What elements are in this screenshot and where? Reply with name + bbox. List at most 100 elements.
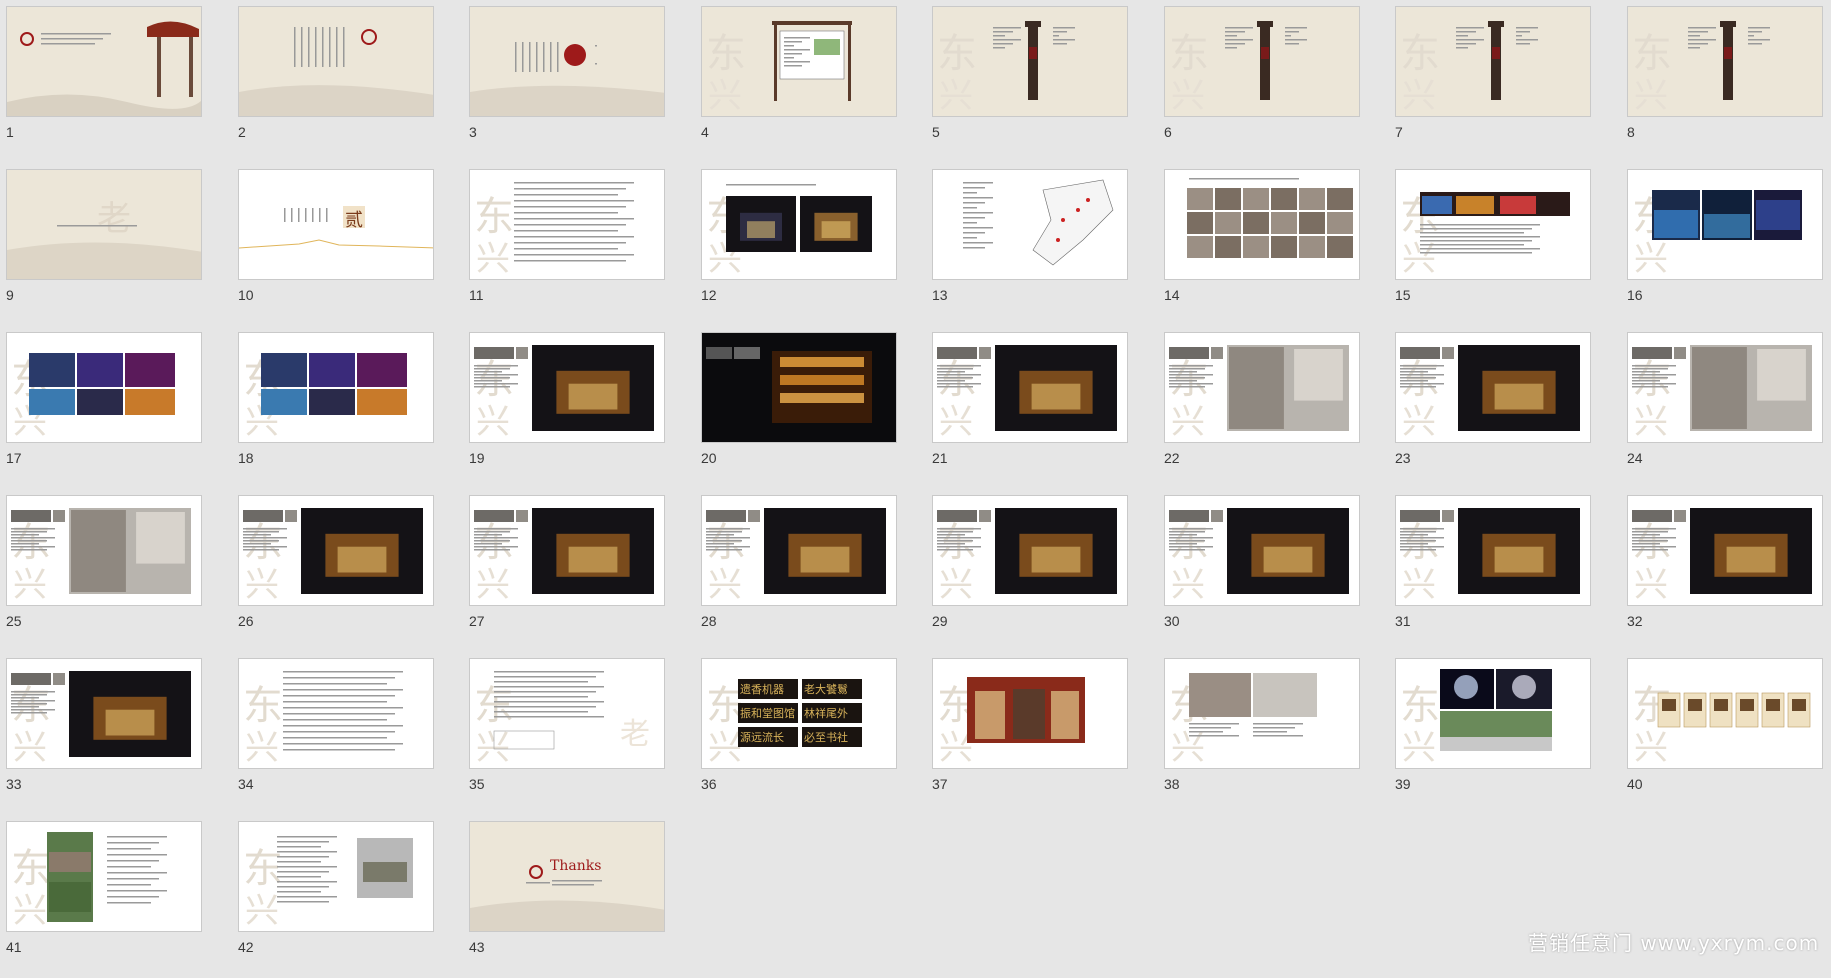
slide-thumbnail-29[interactable]: 东兴 29: [926, 489, 1158, 652]
svg-text:东: 东: [1400, 31, 1440, 77]
slide-preview[interactable]: 东兴: [701, 169, 897, 280]
slide-number: 23: [1395, 450, 1411, 466]
slide-thumbnail-1[interactable]: 1: [0, 0, 232, 163]
slide-preview[interactable]: 东兴: [1627, 169, 1823, 280]
slide-preview[interactable]: 东兴: [238, 495, 434, 606]
svg-text:老: 老: [97, 199, 131, 239]
svg-text:东: 东: [1632, 31, 1672, 77]
svg-text:兴: 兴: [1402, 76, 1436, 116]
slide-thumbnail-22[interactable]: 东兴 22: [1158, 326, 1390, 489]
slide-thumbnail-18[interactable]: 东兴 18: [232, 326, 464, 489]
slide-thumbnail-35[interactable]: 东兴老35: [463, 652, 695, 815]
slide-thumbnail-32[interactable]: 东兴 32: [1621, 489, 1831, 652]
slide-preview[interactable]: 东兴: [1627, 6, 1823, 117]
slide-thumbnail-40[interactable]: 东兴 40: [1621, 652, 1831, 815]
slide-preview[interactable]: 老: [6, 169, 202, 280]
slide-thumbnail-34[interactable]: 东兴 34: [232, 652, 464, 815]
slide-preview[interactable]: 东兴: [932, 658, 1128, 769]
slide-thumbnail-33[interactable]: 东兴 33: [0, 652, 232, 815]
slide-preview[interactable]: 东兴: [6, 495, 202, 606]
slide-preview[interactable]: 东兴: [469, 332, 665, 443]
slide-number: 7: [1395, 124, 1403, 140]
slide-preview[interactable]: 东兴: [932, 495, 1128, 606]
slide-preview[interactable]: 东兴: [701, 6, 897, 117]
slide-thumbnail-42[interactable]: 东兴 42: [232, 815, 464, 978]
slide-number: 32: [1627, 613, 1643, 629]
slide-number: 29: [932, 613, 948, 629]
slide-preview[interactable]: 东兴: [469, 169, 665, 280]
slide-thumbnail-26[interactable]: 东兴 26: [232, 489, 464, 652]
slide-thumbnail-3[interactable]: 3: [463, 0, 695, 163]
slide-preview[interactable]: 东兴老: [469, 658, 665, 769]
slide-preview[interactable]: 东兴: [1627, 658, 1823, 769]
slide-preview[interactable]: 东兴: [469, 495, 665, 606]
slide-preview[interactable]: [701, 332, 897, 443]
slide-preview[interactable]: 东兴: [1164, 332, 1360, 443]
slide-thumbnail-19[interactable]: 东兴 19: [463, 326, 695, 489]
slide-preview[interactable]: [932, 169, 1128, 280]
slide-number: 2: [238, 124, 246, 140]
slide-preview[interactable]: 东兴遗香机器 老大饕鬄 振和堂图馆 林祥尾外 源远流长 必至书社: [701, 658, 897, 769]
slide-thumbnail-10[interactable]: 贰 10: [232, 163, 464, 326]
slide-number: 42: [238, 939, 254, 955]
slide-thumbnail-21[interactable]: 东兴 21: [926, 326, 1158, 489]
slide-thumbnail-41[interactable]: 东兴 41: [0, 815, 232, 978]
slide-thumbnail-39[interactable]: 东兴 39: [1389, 652, 1621, 815]
slide-preview[interactable]: 东兴: [1627, 495, 1823, 606]
slide-preview[interactable]: 东兴: [932, 6, 1128, 117]
slide-preview[interactable]: 东兴: [1164, 658, 1360, 769]
slide-thumbnail-28[interactable]: 东兴 28: [695, 489, 927, 652]
slide-thumbnail-15[interactable]: 东兴 15: [1389, 163, 1621, 326]
slide-preview[interactable]: 东兴: [932, 332, 1128, 443]
slide-preview[interactable]: 东兴: [238, 658, 434, 769]
slide-preview[interactable]: 东兴: [1164, 495, 1360, 606]
slide-thumbnail-4[interactable]: 东兴 4: [695, 0, 927, 163]
slide-preview[interactable]: 东兴: [238, 332, 434, 443]
slide-thumbnail-37[interactable]: 东兴 37: [926, 652, 1158, 815]
slide-thumbnail-8[interactable]: 东兴 8: [1621, 0, 1831, 163]
slide-preview[interactable]: [238, 6, 434, 117]
slide-thumbnail-25[interactable]: 东兴 25: [0, 489, 232, 652]
slide-preview[interactable]: 东兴: [1627, 332, 1823, 443]
slide-thumbnail-14[interactable]: 14: [1158, 163, 1390, 326]
slide-preview[interactable]: [469, 6, 665, 117]
slide-preview[interactable]: [1164, 169, 1360, 280]
slide-thumbnail-20[interactable]: 20: [695, 326, 927, 489]
slide-thumbnail-6[interactable]: 东兴 6: [1158, 0, 1390, 163]
slide-thumbnail-43[interactable]: Thanks 43: [463, 815, 695, 978]
svg-text:兴: 兴: [1171, 728, 1205, 768]
slide-preview[interactable]: 东兴: [1395, 169, 1591, 280]
slide-thumbnail-2[interactable]: 2: [232, 0, 464, 163]
slide-preview[interactable]: 东兴: [701, 495, 897, 606]
slide-preview[interactable]: 东兴: [1395, 495, 1591, 606]
slide-thumbnail-7[interactable]: 东兴 7: [1389, 0, 1621, 163]
slide-thumbnail-16[interactable]: 东兴 16: [1621, 163, 1831, 326]
slide-preview[interactable]: Thanks: [469, 821, 665, 932]
slide-thumbnail-12[interactable]: 东兴 12: [695, 163, 927, 326]
slide-number: 4: [701, 124, 709, 140]
slide-thumbnail-30[interactable]: 东兴 30: [1158, 489, 1390, 652]
slide-preview[interactable]: 东兴: [6, 821, 202, 932]
slide-thumbnail-5[interactable]: 东兴 5: [926, 0, 1158, 163]
slide-thumbnail-23[interactable]: 东兴 23: [1389, 326, 1621, 489]
slide-preview[interactable]: 东兴: [1395, 658, 1591, 769]
slide-preview[interactable]: 贰: [238, 169, 434, 280]
slide-thumbnail-11[interactable]: 东兴 11: [463, 163, 695, 326]
slide-preview[interactable]: 东兴: [1395, 332, 1591, 443]
svg-text:兴: 兴: [476, 565, 510, 605]
slide-thumbnail-38[interactable]: 东兴 38: [1158, 652, 1390, 815]
slide-thumbnail-9[interactable]: 老9: [0, 163, 232, 326]
slide-thumbnail-36[interactable]: 东兴遗香机器 老大饕鬄 振和堂图馆 林祥尾外 源远流长 必至书社 36: [695, 652, 927, 815]
slide-preview[interactable]: 东兴: [6, 332, 202, 443]
slide-thumbnail-13[interactable]: 13: [926, 163, 1158, 326]
slide-thumbnail-17[interactable]: 东兴 17: [0, 326, 232, 489]
slide-preview[interactable]: [6, 6, 202, 117]
slide-preview[interactable]: 东兴: [1164, 6, 1360, 117]
slide-thumbnail-31[interactable]: 东兴 31: [1389, 489, 1621, 652]
slide-preview[interactable]: 东兴: [1395, 6, 1591, 117]
slide-thumbnail-24[interactable]: 东兴 24: [1621, 326, 1831, 489]
slide-preview[interactable]: 东兴: [238, 821, 434, 932]
slide-number: 17: [6, 450, 22, 466]
slide-thumbnail-27[interactable]: 东兴 27: [463, 489, 695, 652]
slide-preview[interactable]: 东兴: [6, 658, 202, 769]
